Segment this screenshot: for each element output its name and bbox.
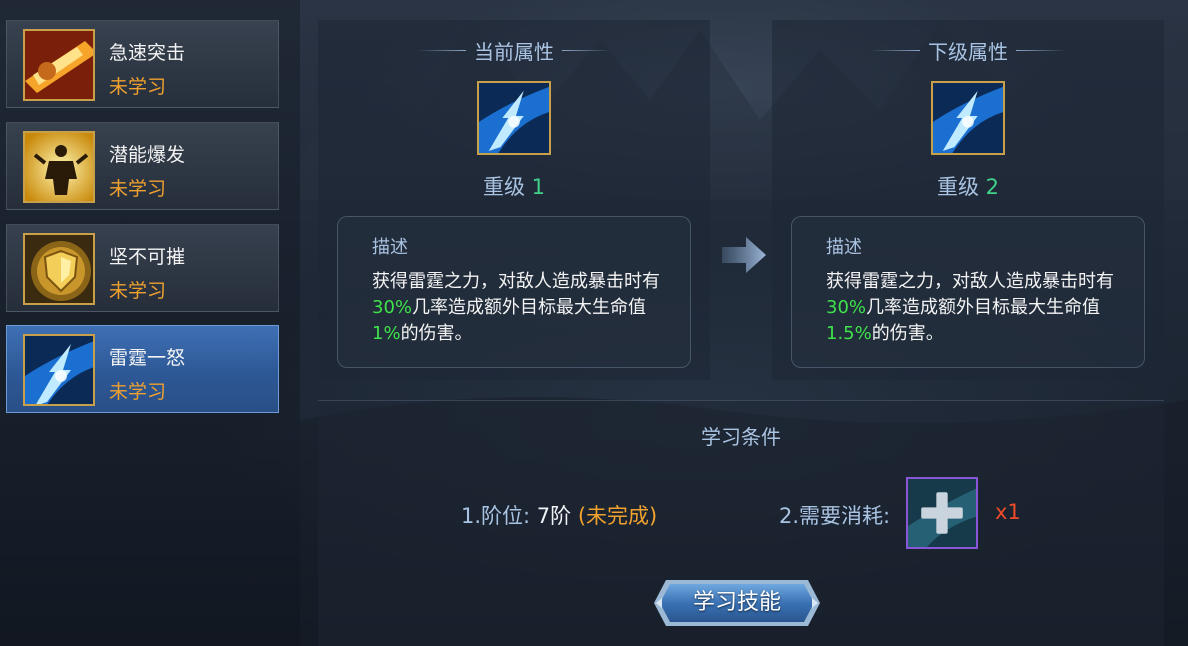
condition-rank-state: (未完成) <box>577 504 658 528</box>
panel-title-text: 下级属性 <box>928 40 1008 64</box>
title-line-left <box>870 50 920 51</box>
title-line-right <box>562 50 612 51</box>
skill-name: 潜能爆发 <box>109 144 186 166</box>
arrow-right-icon <box>722 237 766 273</box>
skill-level: 重级 2 <box>772 171 1164 201</box>
panel-title-text: 当前属性 <box>474 40 554 64</box>
description-text: 获得雷霆之力，对敌人造成暴击时有 30%几率造成额外目标最大生命值 1.5%的伤害。 <box>826 269 1126 347</box>
skill-list: 急速突击 未学习 潜能爆发 未学习 坚不可摧 未学习 雷霆一怒 未学习 <box>0 0 300 646</box>
condition-rank: 1.阶位: 7阶 (未完成) <box>461 500 657 530</box>
skill-name: 坚不可摧 <box>109 246 186 268</box>
conditions-title: 学习条件 <box>701 425 781 449</box>
lightning-strike-icon <box>931 81 1005 155</box>
condition-rank-value: 7阶 <box>536 504 572 528</box>
desc-text-part: 的伤害。 <box>871 323 944 344</box>
condition-rank-label: 1.阶位: <box>461 504 537 528</box>
description-box: 描述 获得雷霆之力，对敌人造成暴击时有 30%几率造成额外目标最大生命值 1%的伤害… <box>337 216 691 368</box>
skill-status: 未学习 <box>109 76 167 98</box>
skill-status: 未学习 <box>109 381 167 403</box>
level-number: 2 <box>985 175 1000 199</box>
desc-highlight-chance: 30% <box>372 297 413 318</box>
skill-level: 重级 1 <box>318 171 710 201</box>
skill-name: 雷霆一怒 <box>109 347 186 369</box>
desc-highlight-damage: 1% <box>372 323 401 344</box>
lightning-strike-icon <box>477 81 551 155</box>
skill-item-indestructible[interactable]: 坚不可摧 未学习 <box>6 224 279 312</box>
charge-dash-icon <box>23 29 95 101</box>
learn-skill-button[interactable]: 学习技能 <box>652 574 822 632</box>
golden-shield-icon <box>23 233 95 305</box>
learn-skill-button-label: 学习技能 <box>692 590 781 615</box>
description-title: 描述 <box>372 237 408 258</box>
desc-text-part: 的伤害。 <box>400 323 473 344</box>
skill-name: 急速突击 <box>109 42 186 64</box>
item-count: x1 <box>995 500 1021 524</box>
next-attributes-title: 下级属性 <box>772 36 1164 65</box>
next-attributes-panel: 下级属性 重级 2 描述 获得雷霆之力，对敌人造成暴击时有 30%几率造成额外目标… <box>772 20 1164 380</box>
condition-cost-label: 2.需要消耗: <box>779 504 891 528</box>
potential-burst-icon <box>23 131 95 203</box>
title-line-left <box>416 50 466 51</box>
lightning-strike-icon <box>23 334 95 406</box>
desc-highlight-damage: 1.5% <box>826 323 872 344</box>
description-text: 获得雷霆之力，对敌人造成暴击时有 30%几率造成额外目标最大生命值 1%的伤害。 <box>372 269 672 347</box>
desc-highlight-chance: 30% <box>826 297 867 318</box>
skill-item-charge[interactable]: 急速突击 未学习 <box>6 20 279 108</box>
title-line-right <box>1016 50 1066 51</box>
current-attributes-panel: 当前属性 重级 1 描述 获得雷霆之力，对敌人造成暴击时有 30%几率造成额外目标… <box>318 20 710 380</box>
desc-text-part: 几率造成额外目标最大生命值 <box>866 297 1101 318</box>
skill-status: 未学习 <box>109 280 167 302</box>
current-attributes-title: 当前属性 <box>318 36 710 65</box>
skill-book-plus-icon[interactable] <box>906 477 978 549</box>
level-number: 1 <box>531 175 546 199</box>
skill-item-thunder-rage[interactable]: 雷霆一怒 未学习 <box>6 325 279 413</box>
description-box: 描述 获得雷霆之力，对敌人造成暴击时有 30%几率造成额外目标最大生命值 1.5%的… <box>791 216 1145 368</box>
skill-item-potential-burst[interactable]: 潜能爆发 未学习 <box>6 122 279 210</box>
desc-text-part: 几率造成额外目标最大生命值 <box>412 297 647 318</box>
level-label: 重级 <box>482 175 525 199</box>
description-title: 描述 <box>826 237 862 258</box>
level-label: 重级 <box>936 175 979 199</box>
skill-status: 未学习 <box>109 178 167 200</box>
desc-text-part: 获得雷霆之力，对敌人造成暴击时有 <box>372 271 660 292</box>
desc-text-part: 获得雷霆之力，对敌人造成暴击时有 <box>826 271 1114 292</box>
